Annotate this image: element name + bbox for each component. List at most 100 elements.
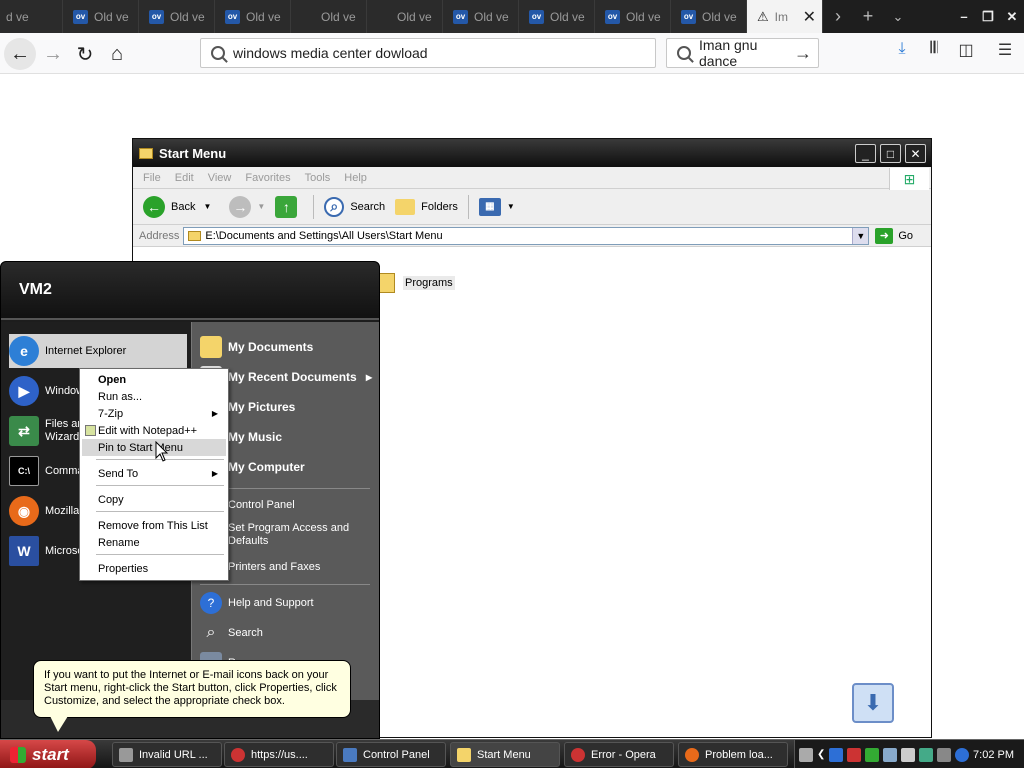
views-button[interactable]: ▦ ▼ [478, 197, 515, 216]
two-line-label: Set Program Access and Defaults [228, 522, 349, 548]
tray-app-icon[interactable] [847, 747, 862, 762]
taskbar-item[interactable]: https://us.... [224, 742, 334, 767]
place-label: Search [228, 627, 263, 639]
tray-app-icon[interactable] [865, 747, 880, 762]
forward-arrow-icon: → [229, 195, 252, 218]
explorer-toolbar: ← Back ▼ → ▼ ↑ ⌕ Search Folders ▦ ▼ [133, 189, 931, 225]
taskbar-item-active[interactable]: Start Menu [450, 742, 560, 767]
new-tab-icon[interactable]: + [853, 0, 883, 33]
url-bar[interactable]: windows media center dowload [200, 38, 656, 68]
browser-tab[interactable]: ov Old ve [519, 0, 595, 33]
browser-tab[interactable]: ov Old ve [215, 0, 291, 33]
address-label: Address [139, 229, 180, 242]
minimize-icon[interactable]: – [952, 0, 976, 33]
tray-app-icon[interactable] [937, 747, 952, 762]
download-icon[interactable]: ⤓ [890, 40, 914, 58]
chevron-right-icon[interactable]: › [823, 0, 853, 33]
dropdown-icon[interactable]: ▼ [257, 202, 265, 211]
address-field[interactable]: E:\Documents and Settings\All Users\Star… [183, 226, 870, 245]
browser-tab[interactable]: Old ve [367, 0, 443, 33]
tray-app-icon[interactable] [955, 747, 970, 762]
download-arrow-icon[interactable]: ⬇ [852, 683, 894, 723]
ctx-rename[interactable]: Rename [82, 534, 226, 551]
ctx-send-to[interactable]: Send To ▶ [82, 465, 226, 482]
folders-button[interactable]: Folders [395, 198, 458, 215]
forward-icon[interactable]: → [37, 38, 69, 70]
minimize-icon[interactable]: _ [855, 144, 876, 163]
ctx-edit-notepad[interactable]: Edit with Notepad++ [82, 422, 226, 439]
ctx-copy[interactable]: Copy [82, 491, 226, 508]
tray-app-icon[interactable] [883, 747, 898, 762]
two-line-label: Files ar Wizard [45, 418, 81, 444]
back-label: Back [171, 200, 196, 213]
start-my-documents[interactable]: My Documents [200, 336, 378, 358]
menu-icon[interactable]: ☰ [993, 40, 1017, 60]
start-button[interactable]: start [0, 740, 96, 768]
ctx-properties[interactable]: Properties [82, 560, 226, 577]
menu-file[interactable]: File [143, 172, 161, 184]
back-icon[interactable]: ← [4, 38, 36, 70]
tray-app-icon[interactable] [919, 747, 934, 762]
chevron-down-icon[interactable]: ⌄ [883, 0, 913, 33]
menu-tools[interactable]: Tools [305, 172, 331, 184]
ctx-separator [96, 554, 224, 555]
search-bar[interactable]: Iman gnu dance → [666, 37, 819, 69]
maximize-icon[interactable]: □ [880, 144, 901, 163]
app-icon [119, 747, 133, 762]
start-search[interactable]: ⌕ Search [200, 622, 378, 644]
ctx-pin-to-start-menu[interactable]: Pin to Start Menu [82, 439, 226, 456]
browser-tab[interactable]: d ve [0, 0, 63, 33]
dropdown-icon[interactable]: ▼ [203, 202, 211, 211]
up-folder-button[interactable]: ↑ [275, 195, 303, 218]
taskbar-item[interactable]: Problem loa... [678, 742, 788, 767]
menu-help[interactable]: Help [344, 172, 367, 184]
taskbar-item[interactable]: Invalid URL ... [112, 742, 222, 767]
tray-app-icon[interactable] [829, 747, 844, 762]
back-button[interactable]: ← Back ▼ [143, 195, 211, 218]
ctx-remove-from-list[interactable]: Remove from This List [82, 517, 226, 534]
chevron-left-icon[interactable]: ❮ [817, 749, 825, 760]
chevron-down-icon[interactable]: ▼ [852, 227, 869, 244]
go-button[interactable]: ➜ Go [875, 227, 913, 244]
restore-icon[interactable]: ❐ [976, 0, 1000, 33]
menu-favorites[interactable]: Favorites [245, 172, 290, 184]
browser-tab[interactable]: Old ve [291, 0, 367, 33]
browser-tab-active[interactable]: ⚠ Im ✕ [747, 0, 823, 33]
start-help-support[interactable]: ? Help and Support [200, 592, 378, 614]
taskbar-item[interactable]: Error - Opera [564, 742, 674, 767]
forward-button[interactable]: → ▼ [221, 195, 265, 218]
keyboard-icon[interactable] [799, 747, 813, 762]
close-window-icon[interactable]: ✕ [1000, 0, 1024, 33]
dropdown-icon[interactable]: ▼ [507, 202, 515, 211]
place-label-2: Defaults [228, 535, 269, 547]
toolbar-separator [467, 194, 469, 219]
reload-icon[interactable]: ↻ [69, 38, 101, 70]
browser-tab[interactable]: ov Old ve [139, 0, 215, 33]
menu-view[interactable]: View [208, 172, 232, 184]
close-tab-icon[interactable]: ✕ [803, 7, 816, 27]
tab-label: Im [774, 9, 788, 24]
menu-edit[interactable]: Edit [175, 172, 194, 184]
home-icon[interactable]: ⌂ [101, 38, 133, 70]
sidebar-icon[interactable]: ◫ [954, 40, 978, 60]
browser-tab[interactable]: ov Old ve [63, 0, 139, 33]
clock: 7:02 PM [973, 748, 1014, 761]
library-icon[interactable]: 𝄃𝄃 [922, 40, 946, 58]
folders-icon [395, 198, 416, 215]
search-button[interactable]: ⌕ Search [324, 196, 385, 217]
programs-folder[interactable]: Programs [373, 273, 455, 293]
browser-tab[interactable]: ov Old ve [443, 0, 519, 33]
ctx-7zip[interactable]: 7-Zip ▶ [82, 405, 226, 422]
ctx-run-as[interactable]: Run as... [82, 388, 226, 405]
browser-tab[interactable]: ov Old ve [671, 0, 747, 33]
taskbar-item-label: Control Panel [363, 748, 430, 761]
taskbar-item[interactable]: Control Panel [336, 742, 446, 767]
browser-nav-bar: ← → ↻ ⌂ windows media center dowload Ima… [0, 33, 1024, 74]
browser-tab[interactable]: ov Old ve [595, 0, 671, 33]
start-item-internet-explorer[interactable]: e Internet Explorer [9, 334, 187, 368]
tray-app-icon[interactable] [901, 747, 916, 762]
arrow-right-icon[interactable]: → [794, 43, 812, 64]
search-text: Iman gnu dance [699, 37, 758, 69]
ctx-open[interactable]: Open [82, 371, 226, 388]
close-icon[interactable]: ✕ [905, 144, 926, 163]
